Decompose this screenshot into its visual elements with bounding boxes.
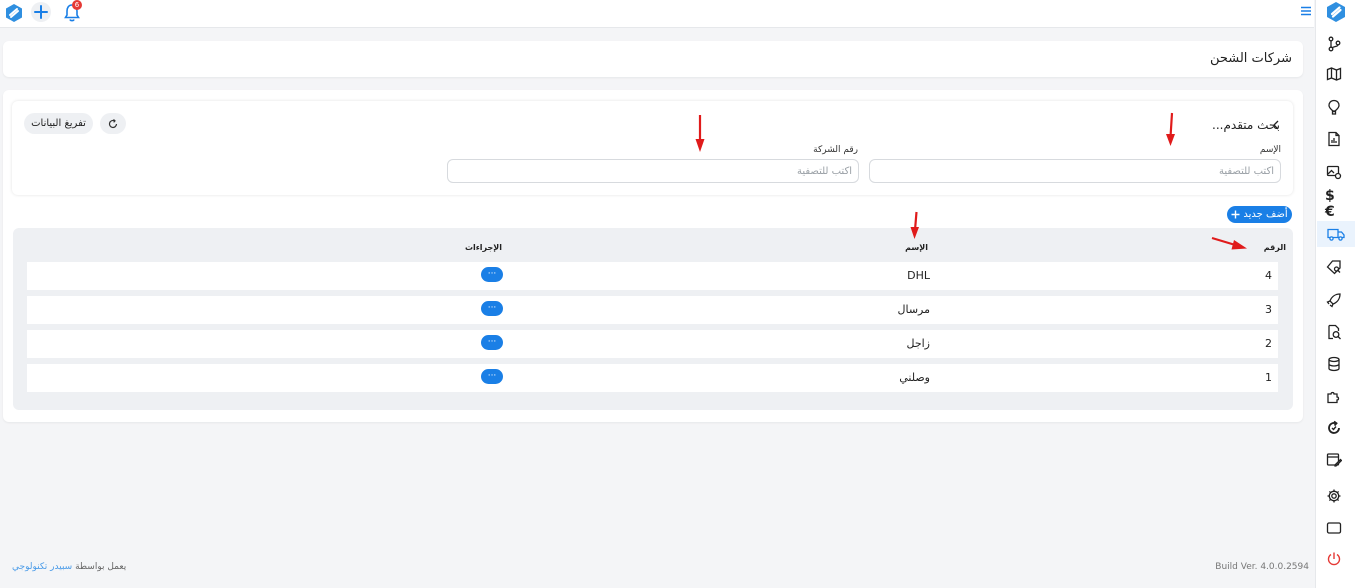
add-new-label: أضف جديد — [1243, 209, 1288, 220]
sidebar-item-refresh[interactable] — [1325, 419, 1343, 437]
row-name: وصلني — [899, 371, 930, 384]
sidebar-item-shipping[interactable] — [1317, 221, 1355, 247]
name-filter-input[interactable] — [869, 159, 1281, 183]
search-document-icon — [1328, 324, 1341, 340]
sidebar-item-database[interactable] — [1325, 355, 1343, 373]
sidebar-item-tag-search[interactable] — [1325, 258, 1343, 276]
sidebar-item-rocket[interactable] — [1325, 291, 1343, 309]
annotation-arrow — [695, 115, 705, 152]
sidebar-item-edit-window[interactable] — [1325, 451, 1343, 469]
plus-icon — [1231, 210, 1240, 219]
powered-by: يعمل بواسطة سبيدر تكنولوجي — [12, 562, 126, 572]
gear-icon — [1327, 489, 1341, 503]
powered-by-text: يعمل بواسطة — [75, 562, 127, 572]
row-number: 3 — [1265, 303, 1272, 316]
puzzle-icon — [1327, 391, 1340, 404]
column-header-name[interactable]: الإسم — [905, 243, 928, 252]
annotation-arrow — [1211, 236, 1247, 250]
refresh-icon — [108, 118, 118, 128]
sidebar-item-puzzle[interactable] — [1325, 387, 1343, 405]
power-icon — [1327, 552, 1341, 566]
sidebar-item-reports[interactable] — [1325, 130, 1343, 148]
refresh-button[interactable] — [100, 113, 126, 134]
sidebar-item-search-document[interactable] — [1325, 323, 1343, 341]
sidebar-item-currency[interactable]: $€ — [1325, 188, 1343, 220]
row-actions-button[interactable]: ··· — [481, 301, 503, 316]
company-number-filter-label: رقم الشركة — [813, 145, 858, 155]
image-settings-icon — [1326, 165, 1342, 180]
column-header-number[interactable]: الرقم — [1264, 243, 1286, 252]
truck-icon — [1327, 228, 1345, 241]
sidebar-logo-icon[interactable] — [1325, 1, 1347, 23]
sidebar: $€ — [1315, 0, 1356, 588]
rocket-icon — [1326, 293, 1341, 308]
table-row[interactable]: 3 مرسال ··· — [27, 296, 1278, 324]
row-actions-button[interactable]: ··· — [481, 369, 503, 384]
table-row[interactable]: 1 وصلني ··· — [27, 364, 1278, 392]
row-actions-button[interactable]: ··· — [481, 267, 503, 282]
plus-icon — [34, 5, 48, 19]
row-actions-button[interactable]: ··· — [481, 335, 503, 350]
sidebar-item-logout[interactable] — [1325, 550, 1343, 568]
edit-window-icon — [1326, 453, 1342, 467]
sidebar-item-settings[interactable] — [1325, 487, 1343, 505]
app-logo-icon[interactable] — [4, 3, 24, 23]
refresh-icon — [1328, 420, 1340, 434]
sidebar-item-git-branch[interactable] — [1325, 35, 1343, 53]
column-header-actions: الإجراءات — [464, 243, 502, 252]
quick-add-button[interactable] — [31, 2, 51, 22]
page-header: شركات الشحن — [3, 41, 1303, 77]
map-icon — [1326, 67, 1342, 81]
company-link[interactable]: سبيدر تكنولوجي — [12, 562, 72, 572]
sidebar-item-window[interactable] — [1325, 519, 1343, 537]
annotation-arrow — [910, 211, 919, 239]
document-chart-icon — [1328, 131, 1340, 147]
row-number: 1 — [1265, 371, 1272, 384]
clear-data-button[interactable]: تفريغ البيانات — [24, 113, 93, 134]
window-icon — [1326, 522, 1342, 534]
tag-search-icon — [1326, 260, 1341, 275]
annotation-arrow — [1166, 112, 1175, 146]
sidebar-item-image-settings[interactable] — [1325, 163, 1343, 181]
hamburger-menu-icon[interactable] — [1300, 5, 1312, 17]
name-filter-label: الإسم — [1259, 145, 1281, 155]
row-name: مرسال — [897, 303, 930, 316]
row-number: 4 — [1265, 269, 1272, 282]
row-name: DHL — [907, 269, 930, 282]
build-version: Build Ver. 4.0.0.2594 — [1215, 562, 1309, 572]
add-new-button[interactable]: أضف جديد — [1227, 206, 1292, 223]
row-name: زاجل — [906, 337, 931, 350]
hot-air-balloon-icon — [1328, 99, 1340, 115]
page-title: شركات الشحن — [1209, 51, 1292, 66]
top-bar: 6 — [0, 0, 1314, 28]
database-icon — [1328, 356, 1340, 372]
table-row[interactable]: 2 زاجل ··· — [27, 330, 1278, 358]
git-branch-icon — [1328, 36, 1341, 52]
currency-icon: $€ — [1325, 188, 1335, 220]
company-number-filter-input[interactable] — [447, 159, 859, 183]
table-row[interactable]: 4 DHL ··· — [27, 262, 1278, 290]
sidebar-item-balloon[interactable] — [1325, 98, 1343, 116]
row-number: 2 — [1265, 337, 1272, 350]
notification-badge: 6 — [72, 0, 82, 10]
sidebar-item-map[interactable] — [1325, 65, 1343, 83]
advanced-search-toggle[interactable]: بحث متقدم... — [1212, 118, 1280, 132]
